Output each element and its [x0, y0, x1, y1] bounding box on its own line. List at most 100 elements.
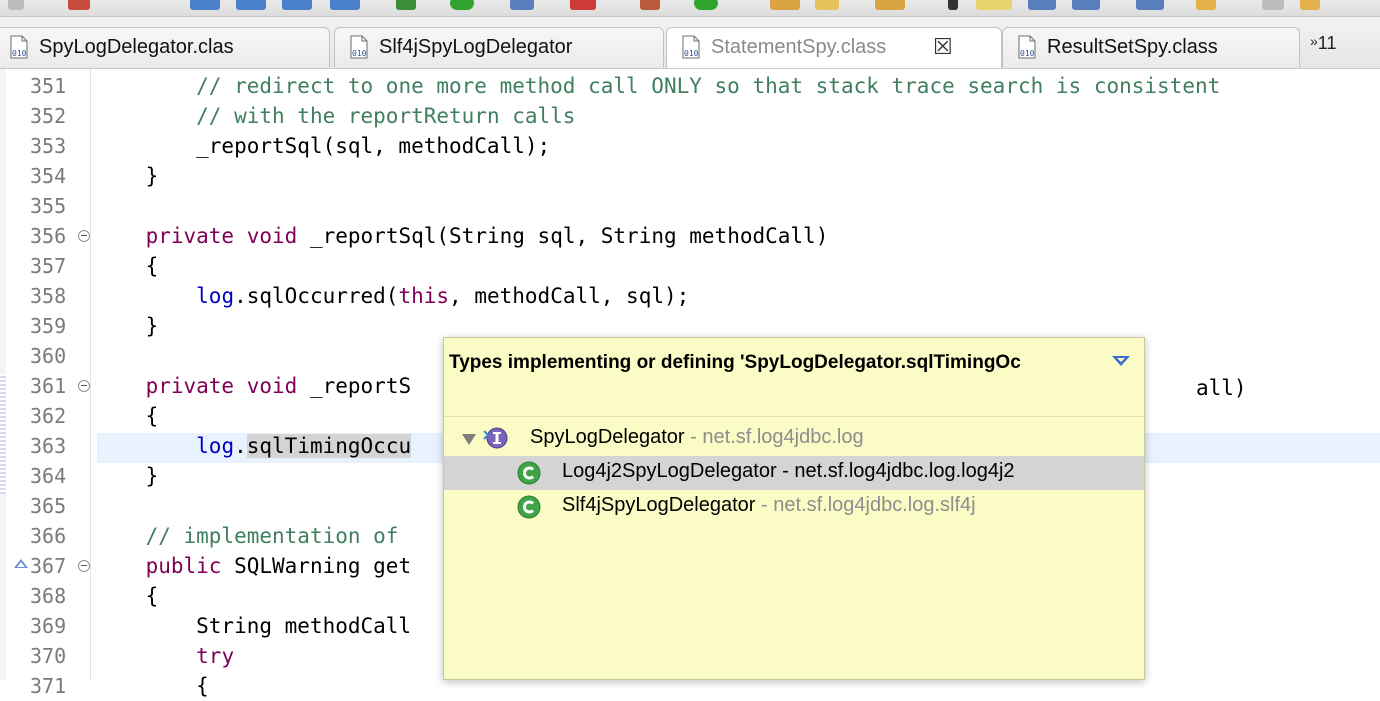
field-token: log	[196, 284, 235, 308]
svg-text:010: 010	[12, 49, 27, 58]
editor-tab-bar: 010 SpyLogDelegator.clas 010 Slf4jSpyLog…	[0, 17, 1380, 69]
tab-spylogdelegator[interactable]: 010 SpyLogDelegator.clas	[0, 27, 330, 67]
run-button[interactable]	[450, 0, 474, 10]
line-number: 351	[30, 74, 67, 98]
keyword-token: public	[145, 554, 222, 578]
code-line: // implementation of	[95, 521, 399, 551]
toolbar-button[interactable]	[1300, 0, 1320, 10]
code-line: public SQLWarning get	[95, 551, 412, 581]
keyword-token: this	[398, 284, 450, 308]
code-line: }	[95, 461, 159, 491]
toolbar-button[interactable]	[396, 0, 416, 10]
fold-toggle-icon[interactable]	[78, 560, 90, 572]
toolbar-button[interactable]	[1028, 0, 1056, 10]
class-icon	[517, 461, 541, 485]
toolbar-button[interactable]	[976, 0, 1012, 10]
line-number: 354	[30, 164, 67, 188]
code-line: // redirect to one more method call ONLY…	[95, 71, 1220, 101]
toolbar-button[interactable]	[815, 0, 839, 10]
code-line: // with the reportReturn calls	[95, 101, 575, 131]
toolbar-button[interactable]	[770, 0, 800, 10]
toolbar-button[interactable]	[694, 0, 718, 10]
svg-text:010: 010	[352, 49, 367, 58]
tree-item-spylogdelegator[interactable]: SpyLogDelegator - net.sf.log4jdbc.log	[444, 422, 1144, 456]
toolbar-button[interactable]	[1072, 0, 1100, 10]
toolbar-button[interactable]	[1196, 0, 1216, 10]
toolbar-button[interactable]	[8, 0, 24, 10]
override-triangle-icon[interactable]	[14, 559, 28, 568]
fold-toggle-icon[interactable]	[78, 230, 90, 242]
tab-label: ResultSetSpy.class	[1047, 36, 1218, 58]
tree-item-slf4jspylogdelegator[interactable]: Slf4jSpyLogDelegator - net.sf.log4jdbc.l…	[444, 490, 1144, 524]
toolbar-button[interactable]	[640, 0, 660, 10]
close-tab-icon[interactable]: ☒	[933, 35, 953, 60]
tree-item-label: Log4j2SpyLogDelegator - net.sf.log4jdbc.…	[562, 460, 1015, 482]
line-number: 370	[30, 644, 67, 668]
tree-item-label: SpyLogDelegator - net.sf.log4jdbc.log	[530, 426, 864, 448]
toolbar-button[interactable]	[190, 0, 220, 10]
line-number: 360	[30, 344, 67, 368]
tree-item-log4j2spylogdelegator[interactable]: Log4j2SpyLogDelegator - net.sf.log4jdbc.…	[444, 456, 1144, 490]
code-token: _reportS	[297, 374, 412, 398]
code-token: {	[95, 674, 209, 698]
keyword-token: private	[145, 224, 235, 248]
type-hierarchy-popup[interactable]: Types implementing or defining 'SpyLogDe…	[443, 337, 1145, 680]
code-token: SQLWarning get	[221, 554, 412, 578]
expand-triangle-icon[interactable]	[462, 434, 476, 445]
code-line: String methodCall	[95, 611, 411, 641]
keyword-token: void	[246, 224, 298, 248]
line-number: 363	[30, 434, 67, 458]
toolbar-button[interactable]	[282, 0, 312, 10]
tab-overflow-button[interactable]: »11	[1310, 33, 1336, 54]
toolbar-button[interactable]	[875, 0, 905, 10]
toolbar-button[interactable]	[1262, 0, 1284, 10]
code-token: }	[95, 464, 159, 488]
popup-title: Types implementing or defining 'SpyLogDe…	[449, 352, 1021, 373]
code-line: }	[95, 161, 159, 191]
toolbar-button[interactable]	[68, 0, 90, 10]
view-menu-triangle-icon[interactable]	[1112, 356, 1130, 366]
code-line-tail: all)	[1196, 376, 1247, 400]
toolbar-button[interactable]	[1136, 0, 1164, 10]
keyword-token: try	[196, 644, 235, 668]
tab-statementspy[interactable]: 010 StatementSpy.class ☒	[666, 27, 1002, 68]
keyword-token: void	[246, 374, 298, 398]
code-line: private void _reportSql(String sql, Stri…	[95, 221, 829, 251]
field-token: log	[196, 434, 235, 458]
code-token: _reportSql(sql, methodCall);	[95, 134, 551, 158]
code-line: log.sqlTimingOccu	[95, 431, 412, 461]
tab-label: Slf4jSpyLogDelegator	[379, 36, 573, 58]
toolbar-button[interactable]	[948, 0, 958, 10]
code-line: private void _reportS	[95, 371, 412, 401]
code-line: log.sqlOccurred(this, methodCall, sql);	[95, 281, 689, 311]
fold-toggle-icon[interactable]	[78, 380, 90, 392]
svg-text:010: 010	[684, 49, 699, 58]
chevron-right-icon: »	[1310, 33, 1318, 49]
line-number: 364	[30, 464, 67, 488]
line-number: 356	[30, 224, 67, 248]
code-token: {	[95, 254, 159, 278]
code-line: {	[95, 581, 159, 611]
code-line: try	[95, 641, 234, 671]
comment-token: // redirect to one more method call ONLY…	[196, 74, 1221, 98]
svg-text:010: 010	[1020, 49, 1035, 58]
tab-resultsetspy[interactable]: 010 ResultSetSpy.class	[1002, 27, 1300, 67]
toolbar-button[interactable]	[330, 0, 360, 10]
tab-slf4jspylogdelegator[interactable]: 010 Slf4jSpyLogDelegator	[334, 27, 664, 67]
toolbar-button[interactable]	[510, 0, 534, 10]
popup-divider	[444, 416, 1144, 417]
line-number: 358	[30, 284, 67, 308]
hidden-tab-count: 11	[1317, 33, 1337, 53]
code-token: .sqlOccurred(	[234, 284, 399, 308]
toolbar-button[interactable]	[236, 0, 266, 10]
toolbar-button[interactable]	[570, 0, 596, 10]
